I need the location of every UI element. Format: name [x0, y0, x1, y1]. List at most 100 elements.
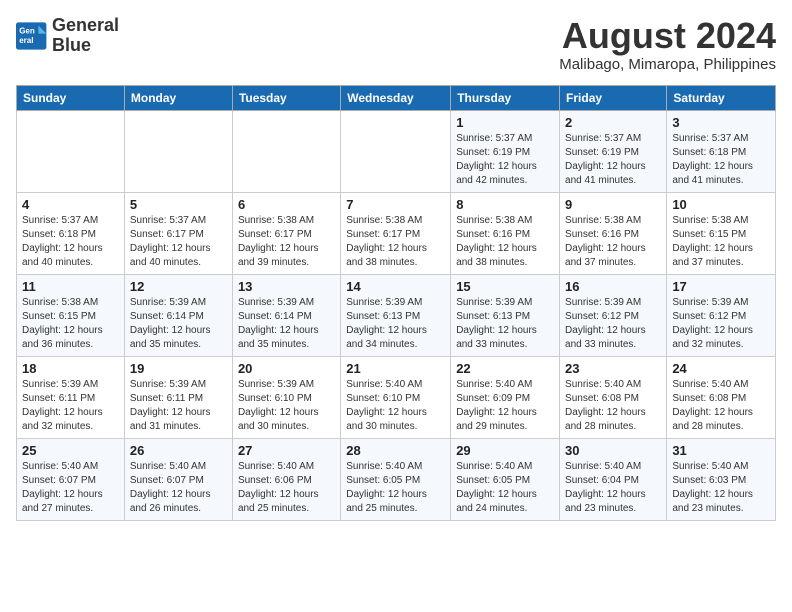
day-info: Sunrise: 5:38 AM Sunset: 6:15 PM Dayligh…: [672, 214, 770, 270]
svg-text:eral: eral: [19, 36, 33, 45]
day-info: Sunrise: 5:40 AM Sunset: 6:07 PM Dayligh…: [130, 460, 227, 516]
day-number: 29: [456, 443, 554, 458]
calendar-cell: 28Sunrise: 5:40 AM Sunset: 6:05 PM Dayli…: [341, 438, 451, 520]
calendar-cell: 8 Sunrise: 5:38 AM Sunset: 6:16 PM Daylig…: [451, 192, 560, 274]
day-info: Sunrise: 5:39 AM Sunset: 6:14 PM Dayligh…: [238, 296, 335, 352]
calendar-cell: 7 Sunrise: 5:38 AM Sunset: 6:17 PM Daylig…: [341, 192, 451, 274]
day-number: 21: [346, 361, 445, 376]
calendar-cell: 27 Sunrise: 5:40 AM Sunset: 6:06 PM Dayli…: [232, 438, 340, 520]
day-number: 8: [456, 197, 554, 212]
calendar-cell: 24 Sunrise: 5:40 AM Sunset: 6:08 PM Dayli…: [667, 356, 776, 438]
day-number: 18: [22, 361, 119, 376]
day-number: 3: [672, 115, 770, 130]
day-info: Sunrise: 5:37 AM Sunset: 6:19 PM Dayligh…: [456, 132, 554, 188]
header-sunday: Sunday: [17, 85, 125, 110]
calendar-cell: 5 Sunrise: 5:37 AM Sunset: 6:17 PM Daylig…: [124, 192, 232, 274]
day-info: Sunrise: 5:37 AM Sunset: 6:18 PM Dayligh…: [672, 132, 770, 188]
calendar-cell: 21 Sunrise: 5:40 AM Sunset: 6:10 PM Dayli…: [341, 356, 451, 438]
day-info: Sunrise: 5:40 AM Sunset: 6:03 PM Dayligh…: [672, 460, 770, 516]
day-info: Sunrise: 5:39 AM Sunset: 6:12 PM Dayligh…: [565, 296, 661, 352]
day-number: 27: [238, 443, 335, 458]
day-info: Sunrise: 5:39 AM Sunset: 6:12 PM Dayligh…: [672, 296, 770, 352]
day-info: Sunrise: 5:40 AM Sunset: 6:10 PM Dayligh…: [346, 378, 445, 434]
day-number: 26: [130, 443, 227, 458]
week-row-4: 18 Sunrise: 5:39 AM Sunset: 6:11 PM Dayli…: [17, 356, 776, 438]
page-header: Gen eral General Blue August 2024 Maliba…: [16, 16, 776, 73]
day-number: 20: [238, 361, 335, 376]
svg-text:Gen: Gen: [19, 26, 35, 35]
calendar-cell: [124, 110, 232, 192]
day-info: Sunrise: 5:38 AM Sunset: 6:16 PM Dayligh…: [456, 214, 554, 270]
day-info: Sunrise: 5:40 AM Sunset: 6:06 PM Dayligh…: [238, 460, 335, 516]
logo-text: General Blue: [52, 16, 119, 56]
calendar-cell: 17Sunrise: 5:39 AM Sunset: 6:12 PM Dayli…: [667, 274, 776, 356]
day-number: 14: [346, 279, 445, 294]
calendar-cell: 22 Sunrise: 5:40 AM Sunset: 6:09 PM Dayli…: [451, 356, 560, 438]
calendar-cell: 19Sunrise: 5:39 AM Sunset: 6:11 PM Dayli…: [124, 356, 232, 438]
header-wednesday: Wednesday: [341, 85, 451, 110]
calendar-cell: 15 Sunrise: 5:39 AM Sunset: 6:13 PM Dayli…: [451, 274, 560, 356]
week-row-5: 25 Sunrise: 5:40 AM Sunset: 6:07 PM Dayli…: [17, 438, 776, 520]
day-number: 16: [565, 279, 661, 294]
calendar-cell: [17, 110, 125, 192]
calendar-cell: 11Sunrise: 5:38 AM Sunset: 6:15 PM Dayli…: [17, 274, 125, 356]
location: Malibago, Mimaropa, Philippines: [559, 56, 776, 73]
day-number: 22: [456, 361, 554, 376]
header-friday: Friday: [560, 85, 667, 110]
day-number: 15: [456, 279, 554, 294]
day-info: Sunrise: 5:39 AM Sunset: 6:11 PM Dayligh…: [22, 378, 119, 434]
day-info: Sunrise: 5:40 AM Sunset: 6:09 PM Dayligh…: [456, 378, 554, 434]
week-row-2: 4 Sunrise: 5:37 AM Sunset: 6:18 PM Daylig…: [17, 192, 776, 274]
calendar-cell: 23 Sunrise: 5:40 AM Sunset: 6:08 PM Dayli…: [560, 356, 667, 438]
calendar-cell: 26 Sunrise: 5:40 AM Sunset: 6:07 PM Dayli…: [124, 438, 232, 520]
day-info: Sunrise: 5:37 AM Sunset: 6:18 PM Dayligh…: [22, 214, 119, 270]
day-number: 23: [565, 361, 661, 376]
day-info: Sunrise: 5:40 AM Sunset: 6:08 PM Dayligh…: [565, 378, 661, 434]
calendar-cell: [232, 110, 340, 192]
week-row-1: 1Sunrise: 5:37 AM Sunset: 6:19 PM Daylig…: [17, 110, 776, 192]
calendar-cell: 16 Sunrise: 5:39 AM Sunset: 6:12 PM Dayli…: [560, 274, 667, 356]
day-number: 10: [672, 197, 770, 212]
header-row: SundayMondayTuesdayWednesdayThursdayFrid…: [17, 85, 776, 110]
day-info: Sunrise: 5:37 AM Sunset: 6:17 PM Dayligh…: [130, 214, 227, 270]
calendar-cell: 25 Sunrise: 5:40 AM Sunset: 6:07 PM Dayli…: [17, 438, 125, 520]
day-number: 11: [22, 279, 119, 294]
day-number: 30: [565, 443, 661, 458]
header-tuesday: Tuesday: [232, 85, 340, 110]
calendar-cell: [341, 110, 451, 192]
day-info: Sunrise: 5:39 AM Sunset: 6:13 PM Dayligh…: [456, 296, 554, 352]
day-number: 2: [565, 115, 661, 130]
day-number: 5: [130, 197, 227, 212]
day-info: Sunrise: 5:39 AM Sunset: 6:14 PM Dayligh…: [130, 296, 227, 352]
day-info: Sunrise: 5:40 AM Sunset: 6:08 PM Dayligh…: [672, 378, 770, 434]
calendar-cell: 6Sunrise: 5:38 AM Sunset: 6:17 PM Daylig…: [232, 192, 340, 274]
day-info: Sunrise: 5:37 AM Sunset: 6:19 PM Dayligh…: [565, 132, 661, 188]
day-number: 13: [238, 279, 335, 294]
day-number: 4: [22, 197, 119, 212]
calendar-cell: 31Sunrise: 5:40 AM Sunset: 6:03 PM Dayli…: [667, 438, 776, 520]
calendar-cell: 1Sunrise: 5:37 AM Sunset: 6:19 PM Daylig…: [451, 110, 560, 192]
header-monday: Monday: [124, 85, 232, 110]
day-info: Sunrise: 5:39 AM Sunset: 6:10 PM Dayligh…: [238, 378, 335, 434]
header-thursday: Thursday: [451, 85, 560, 110]
day-number: 25: [22, 443, 119, 458]
logo: Gen eral General Blue: [16, 16, 119, 56]
day-number: 12: [130, 279, 227, 294]
title-block: August 2024 Malibago, Mimaropa, Philippi…: [559, 16, 776, 73]
day-info: Sunrise: 5:38 AM Sunset: 6:16 PM Dayligh…: [565, 214, 661, 270]
day-info: Sunrise: 5:40 AM Sunset: 6:04 PM Dayligh…: [565, 460, 661, 516]
calendar-cell: 18 Sunrise: 5:39 AM Sunset: 6:11 PM Dayli…: [17, 356, 125, 438]
day-info: Sunrise: 5:40 AM Sunset: 6:05 PM Dayligh…: [456, 460, 554, 516]
day-info: Sunrise: 5:40 AM Sunset: 6:05 PM Dayligh…: [346, 460, 445, 516]
day-info: Sunrise: 5:39 AM Sunset: 6:13 PM Dayligh…: [346, 296, 445, 352]
calendar-cell: 9 Sunrise: 5:38 AM Sunset: 6:16 PM Daylig…: [560, 192, 667, 274]
day-number: 24: [672, 361, 770, 376]
day-number: 9: [565, 197, 661, 212]
month-year: August 2024: [559, 16, 776, 56]
day-info: Sunrise: 5:39 AM Sunset: 6:11 PM Dayligh…: [130, 378, 227, 434]
calendar-cell: 30 Sunrise: 5:40 AM Sunset: 6:04 PM Dayli…: [560, 438, 667, 520]
day-info: Sunrise: 5:40 AM Sunset: 6:07 PM Dayligh…: [22, 460, 119, 516]
week-row-3: 11Sunrise: 5:38 AM Sunset: 6:15 PM Dayli…: [17, 274, 776, 356]
day-number: 7: [346, 197, 445, 212]
day-info: Sunrise: 5:38 AM Sunset: 6:17 PM Dayligh…: [346, 214, 445, 270]
